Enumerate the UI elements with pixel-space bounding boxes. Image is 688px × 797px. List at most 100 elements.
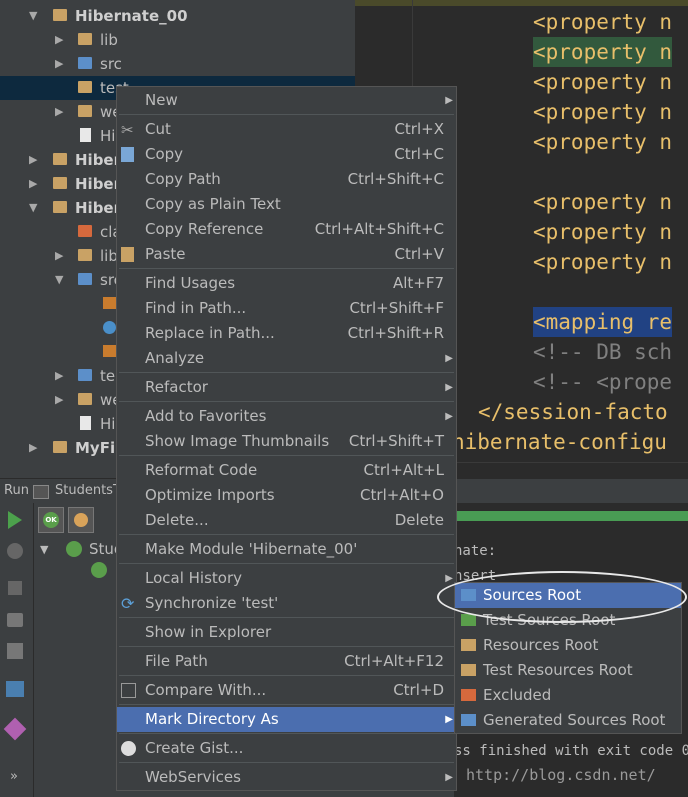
module-folder-icon	[53, 177, 67, 189]
folder-icon	[78, 81, 92, 93]
scissors-icon: ✂	[121, 121, 134, 139]
menu-item-show-explorer[interactable]: Show in Explorer	[117, 620, 456, 645]
menu-label: Cut	[145, 120, 171, 138]
code-line-11: <mapping re	[533, 307, 673, 337]
tree-label: Hibernate_00	[75, 7, 188, 25]
submenu-arrow-icon: ▶	[445, 95, 453, 106]
menu-item-webservices[interactable]: WebServices ▶	[117, 765, 456, 790]
menu-item-copy-path[interactable]: Copy Path Ctrl+Shift+C	[117, 167, 456, 192]
menu-item-delete[interactable]: Delete... Delete	[117, 508, 456, 533]
submenu-item-generated-sources-root[interactable]: Generated Sources Root	[455, 708, 681, 733]
menu-shortcut: Ctrl+Shift+R	[347, 324, 444, 342]
tree-label: lib	[100, 31, 118, 49]
menu-item-copy-plain[interactable]: Copy as Plain Text	[117, 192, 456, 217]
collapse-arrow-icon[interactable]: ▶	[55, 100, 63, 124]
ignored-icon	[74, 513, 88, 527]
show-passed-button[interactable]: OK	[38, 507, 64, 533]
pin-icon[interactable]	[3, 717, 27, 741]
menu-label: Find in Path...	[145, 299, 247, 317]
code-line-15: hibernate-configu	[452, 430, 667, 454]
menu-separator	[119, 617, 454, 618]
run-play-icon[interactable]	[8, 511, 22, 529]
menu-shortcut: Delete	[394, 511, 444, 529]
menu-item-copy-reference[interactable]: Copy Reference Ctrl+Alt+Shift+C	[117, 217, 456, 242]
github-icon	[121, 741, 136, 756]
console-line: ss finished with exit code 0	[454, 743, 688, 759]
menu-item-make-module[interactable]: Make Module 'Hibernate_00'	[117, 537, 456, 562]
menu-shortcut: Ctrl+Shift+T	[348, 432, 444, 450]
collapse-arrow-icon[interactable]: ▶	[29, 148, 37, 172]
ok-icon: OK	[43, 512, 59, 528]
collapse-arrow-icon[interactable]: ▶	[55, 244, 63, 268]
menu-item-find-in-path[interactable]: Find in Path... Ctrl+Shift+F	[117, 296, 456, 321]
collapse-arrow-icon[interactable]: ▶	[55, 28, 63, 52]
menu-item-replace-in-path[interactable]: Replace in Path... Ctrl+Shift+R	[117, 321, 456, 346]
menu-shortcut: Ctrl+V	[394, 245, 444, 263]
menu-item-refactor[interactable]: Refactor ▶	[117, 375, 456, 400]
layout-icon[interactable]	[6, 681, 24, 697]
menu-item-mark-directory[interactable]: Mark Directory As ▶	[117, 707, 456, 732]
menu-item-find-usages[interactable]: Find Usages Alt+F7	[117, 271, 456, 296]
menu-label: Replace in Path...	[145, 324, 275, 342]
expand-arrow-icon[interactable]: ▼	[55, 268, 63, 292]
menu-shortcut: Alt+F7	[392, 274, 444, 292]
collapse-arrow-icon[interactable]: ▶	[55, 364, 63, 388]
context-menu: New ▶ ✂ Cut Ctrl+X Copy Ctrl+C Copy Path Ctrl…	[116, 86, 457, 791]
stop-icon[interactable]	[8, 581, 22, 595]
folder-icon	[78, 369, 92, 381]
menu-label: Paste	[145, 245, 186, 263]
collapse-arrow-icon[interactable]: ▶	[29, 172, 37, 196]
java-class-icon	[103, 321, 116, 334]
menu-item-create-gist[interactable]: Create Gist...	[117, 736, 456, 761]
menu-item-paste[interactable]: Paste Ctrl+V	[117, 242, 456, 267]
watermark-text: http://blog.csdn.net/	[466, 766, 656, 784]
collapse-arrow-icon[interactable]: ▶	[55, 52, 63, 76]
camera-icon[interactable]	[7, 613, 23, 627]
menu-item-optimize-imports[interactable]: Optimize Imports Ctrl+Alt+O	[117, 483, 456, 508]
paste-icon	[121, 247, 134, 262]
submenu-item-excluded[interactable]: Excluded	[455, 683, 681, 708]
menu-label: Optimize Imports	[145, 486, 275, 504]
menu-item-local-history[interactable]: Local History ▶	[117, 566, 456, 591]
menu-item-compare-with[interactable]: Compare With... Ctrl+D	[117, 678, 456, 703]
menu-item-add-favorites[interactable]: Add to Favorites ▶	[117, 404, 456, 429]
menu-label: Compare With...	[145, 681, 267, 699]
test-sources-root-icon	[461, 614, 476, 626]
expand-arrow-icon[interactable]: ▼	[29, 196, 37, 220]
collapse-arrow-icon[interactable]: ▶	[29, 436, 37, 460]
menu-item-synchronize[interactable]: ⟳ Synchronize 'test'	[117, 591, 456, 616]
menu-item-copy[interactable]: Copy Ctrl+C	[117, 142, 456, 167]
menu-item-analyze[interactable]: Analyze ▶	[117, 346, 456, 371]
exit-icon[interactable]	[7, 643, 23, 659]
menu-label: Show Image Thumbnails	[145, 432, 330, 450]
submenu-label: Generated Sources Root	[483, 711, 666, 729]
menu-separator	[119, 114, 454, 115]
test-resources-root-icon	[461, 664, 476, 676]
tree-label: Hiber	[75, 151, 122, 169]
expand-arrow-icon[interactable]: ▼	[29, 4, 37, 28]
menu-label: Find Usages	[145, 274, 236, 292]
tree-label: src	[100, 55, 122, 73]
menu-label: Show in Explorer	[145, 623, 272, 641]
submenu-arrow-icon: ▶	[445, 353, 453, 364]
menu-label: Reformat Code	[145, 461, 258, 479]
menu-separator	[119, 401, 454, 402]
run-config-name[interactable]: StudentsT	[55, 479, 121, 503]
submenu-item-resources-root[interactable]: Resources Root	[455, 633, 681, 658]
more-icon[interactable]: »	[10, 769, 18, 784]
run-tab-label[interactable]: Run	[4, 479, 29, 503]
show-ignored-button[interactable]	[68, 507, 94, 533]
menu-shortcut: Ctrl+Shift+C	[347, 170, 444, 188]
folder-icon	[78, 249, 92, 261]
menu-separator	[119, 704, 454, 705]
submenu-label: Test Resources Root	[483, 661, 633, 679]
submenu-item-test-resources-root[interactable]: Test Resources Root	[455, 658, 681, 683]
expand-arrow-icon[interactable]: ▼	[40, 543, 48, 556]
menu-item-new[interactable]: New ▶	[117, 88, 456, 113]
debug-icon[interactable]	[7, 543, 23, 559]
collapse-arrow-icon[interactable]: ▶	[55, 388, 63, 412]
menu-item-cut[interactable]: ✂ Cut Ctrl+X	[117, 117, 456, 142]
menu-item-reformat[interactable]: Reformat Code Ctrl+Alt+L	[117, 458, 456, 483]
menu-item-file-path[interactable]: File Path Ctrl+Alt+F12	[117, 649, 456, 674]
menu-item-show-thumbnails[interactable]: Show Image Thumbnails Ctrl+Shift+T	[117, 429, 456, 454]
